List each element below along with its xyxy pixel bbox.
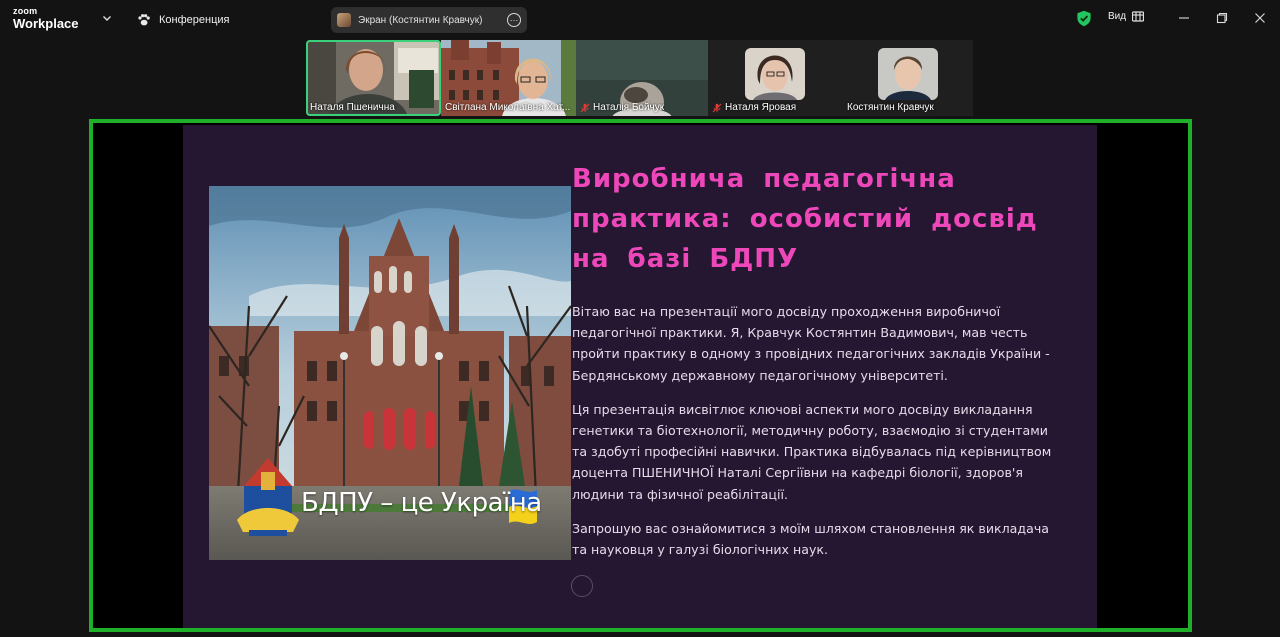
restore-icon [1216, 12, 1228, 24]
mic-muted-icon [712, 103, 722, 112]
participant-tile[interactable]: Наталія Бойчук [576, 40, 708, 116]
zoom-workplace-logo[interactable]: zoom Workplace [13, 6, 79, 31]
share-label: Экран (Костянтин Кравчук) [358, 14, 483, 26]
slide-badge-text: БДПУ – це Україна [301, 488, 542, 518]
maximize-button[interactable] [1212, 9, 1232, 27]
slide-body: Вітаю вас на презентації мого досвіду пр… [572, 301, 1052, 573]
participant-name: Костянтин Кравчук [847, 102, 934, 113]
meeting-label: Конференция [159, 14, 230, 26]
grid-view-icon [1132, 11, 1145, 22]
participant-name-label: Світлана Миколаївна Хат... [445, 102, 570, 113]
close-icon [1255, 13, 1265, 23]
chevron-down-icon[interactable] [101, 12, 113, 24]
minimize-icon [1179, 17, 1189, 19]
participant-name-label: Наталія Бойчук [580, 102, 664, 113]
mic-muted-icon [580, 103, 590, 112]
participant-tile[interactable]: Світлана Миколаївна Хат... [441, 40, 576, 116]
view-button[interactable]: Вид [1108, 11, 1145, 22]
close-button[interactable] [1250, 9, 1270, 27]
minimize-button[interactable] [1174, 9, 1194, 27]
screen-share-indicator[interactable]: Экран (Костянтин Кравчук) … [331, 7, 527, 33]
meeting-menu[interactable]: Конференция [137, 11, 229, 29]
slide-nav-dot[interactable] [571, 575, 593, 597]
paw-icon [138, 14, 150, 26]
view-label: Вид [1108, 11, 1127, 22]
participant-name: Наталя Яровая [725, 102, 797, 113]
participant-tile[interactable]: Наталя Яровая [708, 40, 841, 116]
university-building-image: БДПУ – це Україна [209, 186, 571, 560]
more-options-icon[interactable]: … [507, 13, 521, 27]
participant-strip: Наталя Пшенична Світлана Миколаївна Хат.… [306, 40, 973, 116]
participant-name-label: Наталя Пшенична [310, 102, 395, 113]
presenter-avatar [337, 13, 351, 27]
participant-name-label: Наталя Яровая [712, 102, 796, 113]
slide-title: Виробнича педагогічна практика: особисти… [572, 164, 1038, 274]
slide-paragraph: Вітаю вас на презентації мого досвіду пр… [572, 304, 1050, 383]
participant-name-label: Костянтин Кравчук [847, 102, 934, 113]
brand-zoom: zoom [13, 6, 38, 16]
brand-workplace: Workplace [13, 16, 79, 31]
shared-screen[interactable]: БДПУ – це Україна Виробнича педагогічна … [89, 119, 1192, 632]
presentation-slide: БДПУ – це Україна Виробнича педагогічна … [183, 125, 1097, 628]
slide-paragraph: Запрошую вас ознайомитися з моїм шляхом … [572, 520, 1049, 558]
participant-name: Наталія Бойчук [593, 102, 665, 113]
participant-tile[interactable]: Костянтин Кравчук [841, 40, 973, 116]
encryption-shield-icon[interactable] [1076, 10, 1092, 27]
title-bar: zoom Workplace Конференция Экран (Костян… [0, 0, 1280, 38]
participant-name: Наталя Пшенична [310, 102, 395, 113]
slide-paragraph: Ця презентація висвітлює ключові аспекти… [572, 401, 1052, 502]
participant-tile[interactable]: Наталя Пшенична [306, 40, 441, 116]
participant-name: Світлана Миколаївна Хат... [445, 102, 571, 113]
